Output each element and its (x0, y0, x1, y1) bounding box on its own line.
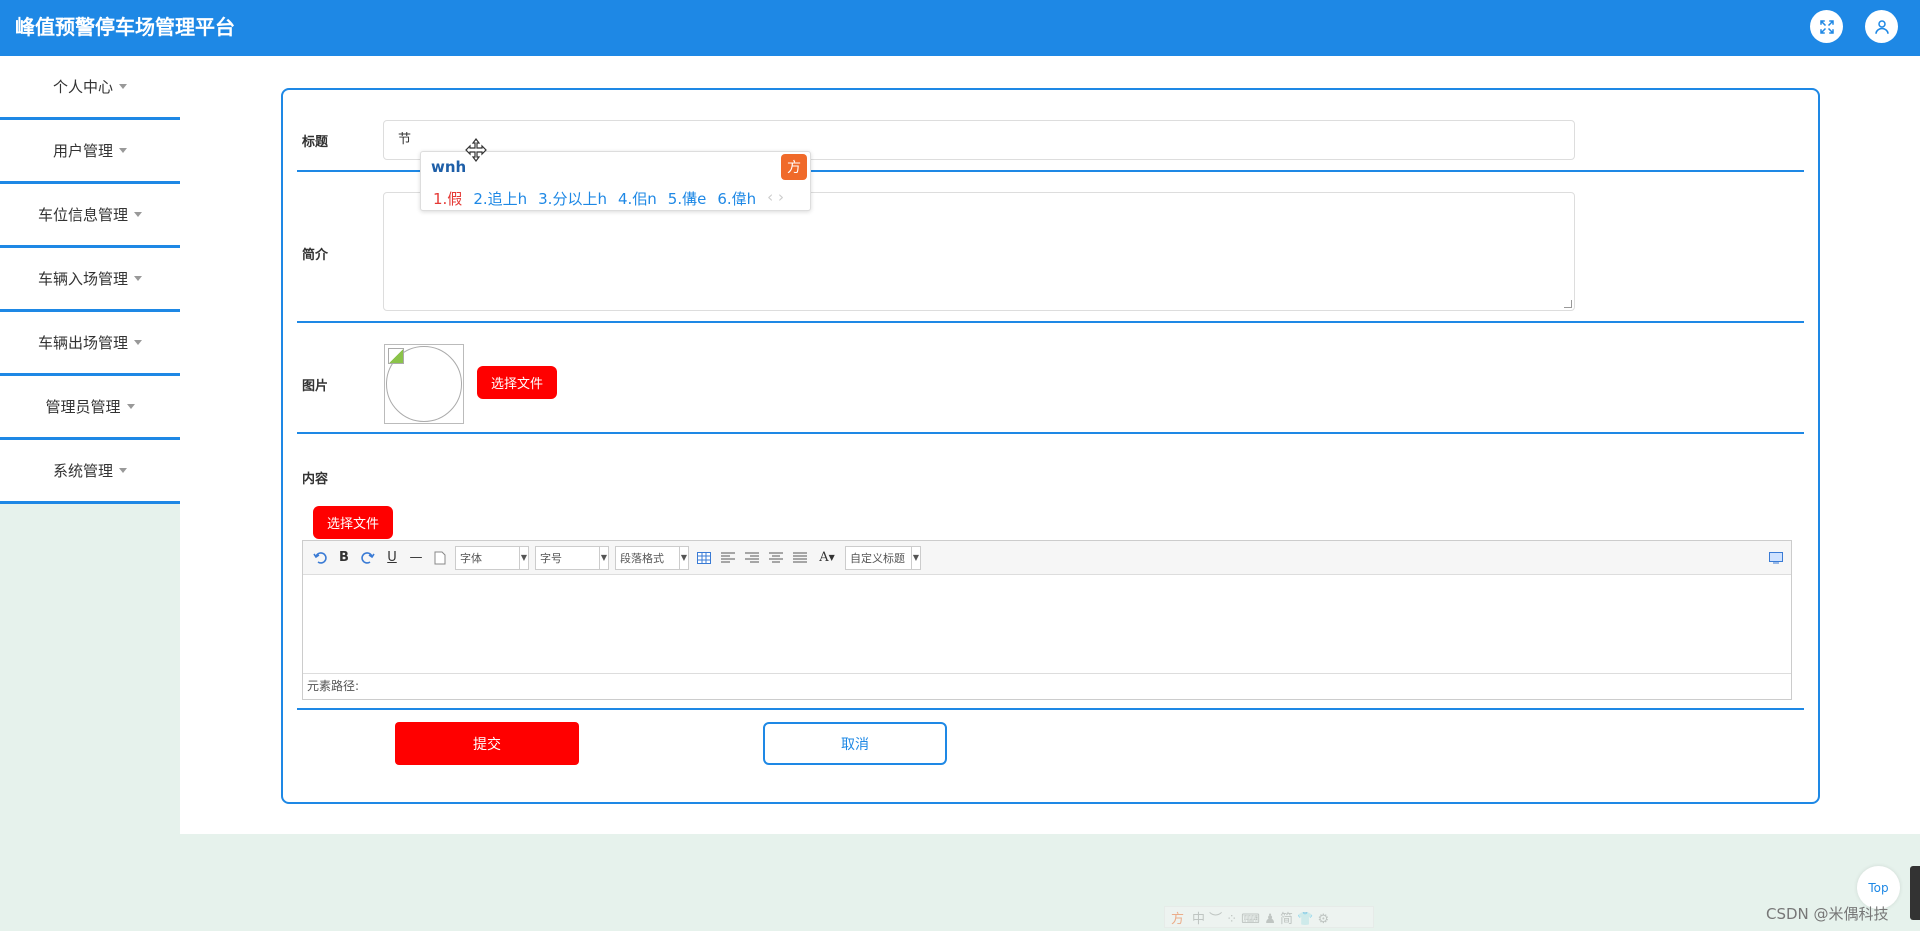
content-choose-file-button[interactable]: 选择文件 (313, 506, 393, 539)
font-size-select[interactable]: 字号 ▼ (535, 545, 609, 570)
undo-icon[interactable] (311, 549, 329, 567)
row-divider (297, 321, 1804, 323)
sidebar-item-label: 系统管理 (52, 462, 113, 480)
broken-image-icon (388, 348, 404, 364)
font-size-value: 字号 (540, 551, 562, 565)
sidebar-item-label: 车辆入场管理 (37, 270, 128, 288)
editor-body[interactable] (303, 575, 1791, 673)
align-justify-icon[interactable] (791, 549, 809, 567)
sidebar-item-label: 个人中心 (52, 78, 113, 96)
image-label: 图片 (302, 379, 329, 394)
image-choose-file-button[interactable]: 选择文件 (477, 366, 557, 399)
sidebar: 个人中心 用户管理 车位信息管理 车辆入场管理 车辆出场管理 管理员管理 系统管… (0, 56, 180, 504)
fullscreen-icon (1819, 19, 1834, 34)
user-icon (1874, 19, 1889, 34)
ime-status-glyphs: 中 ︶ ⁘ ⌨ ♟ 简 👕 ⚙ (1192, 911, 1330, 927)
ime-candidate[interactable]: 3.分以上h (538, 188, 607, 209)
sidebar-item-system-management[interactable]: 系统管理 (0, 440, 180, 504)
caret-down-icon (119, 468, 127, 473)
paragraph-format-select[interactable]: 段落格式 ▼ (615, 545, 689, 570)
ime-candidate[interactable]: 6.偉h (717, 188, 756, 209)
sidebar-item-user-management[interactable]: 用户管理 (0, 120, 180, 184)
rich-text-editor: B U — 字体 ▼ 字号 ▼ 段落格式 ▼ A ▼ 自定义标题 ▼ 元素路径: (302, 540, 1792, 700)
ime-status-bar: ⽅ 中 ︶ ⁘ ⌨ ♟ 简 👕 ⚙ (1164, 906, 1374, 928)
horizontal-rule-icon[interactable]: — (407, 549, 425, 567)
page-nav-icon[interactable]: ‹ › (767, 188, 784, 209)
caret-down-icon (134, 340, 142, 345)
custom-title-select[interactable]: 自定义标题 ▼ (845, 545, 921, 570)
sidebar-item-vehicle-entry[interactable]: 车辆入场管理 (0, 248, 180, 312)
sidebar-item-parking-space[interactable]: 车位信息管理 (0, 184, 180, 248)
underline-icon[interactable]: U (383, 549, 401, 567)
preview-icon[interactable] (1767, 549, 1785, 567)
ime-candidate[interactable]: 5.傋e (668, 188, 707, 209)
ime-candidate[interactable]: 1.假 (433, 188, 462, 209)
sidebar-item-label: 车辆出场管理 (37, 334, 128, 352)
sidebar-item-vehicle-exit[interactable]: 车辆出场管理 (0, 312, 180, 376)
caret-down-icon (119, 84, 127, 89)
font-color-icon[interactable]: A ▼ (815, 549, 839, 567)
top-header: 峰值预警停车场管理平台 (0, 0, 1920, 56)
font-family-select[interactable]: 字体 ▼ (455, 545, 529, 570)
row-divider (297, 432, 1804, 434)
ime-candidate[interactable]: 2.追上h (473, 188, 527, 209)
ime-candidate[interactable]: 4.佀n (618, 188, 657, 209)
dropdown-arrow-icon: ▼ (519, 546, 528, 569)
bold-icon[interactable]: B (335, 549, 353, 567)
intro-label: 简介 (302, 248, 329, 263)
resize-grip-icon[interactable] (1564, 300, 1572, 308)
dropdown-arrow-icon: ▼ (599, 546, 608, 569)
caret-down-icon (126, 404, 135, 409)
table-icon[interactable] (695, 549, 713, 567)
sidebar-item-personal-center[interactable]: 个人中心 (0, 56, 180, 120)
submit-button[interactable]: 提交 (395, 722, 579, 765)
row-divider (297, 708, 1804, 710)
fullscreen-button[interactable] (1810, 10, 1843, 43)
font-family-value: 字体 (460, 551, 482, 565)
sogou-logo-icon: ⽅ (781, 154, 807, 180)
new-document-icon[interactable] (431, 549, 449, 567)
paragraph-format-value: 段落格式 (620, 551, 664, 565)
user-button[interactable] (1865, 10, 1898, 43)
dropdown-arrow-icon: ▼ (679, 546, 688, 569)
align-right-icon[interactable] (743, 549, 761, 567)
dropdown-arrow-icon: ▼ (911, 546, 920, 569)
sidebar-item-admin-management[interactable]: 管理员管理 (0, 376, 180, 440)
content-label: 内容 (302, 472, 329, 487)
image-preview[interactable] (384, 344, 464, 424)
ime-composition: wnh (431, 158, 467, 176)
caret-down-icon (134, 212, 142, 217)
title-label: 标题 (302, 135, 329, 150)
edge-tab[interactable] (1910, 866, 1920, 920)
custom-title-value: 自定义标题 (850, 551, 905, 565)
cancel-button[interactable]: 取消 (763, 722, 947, 765)
sidebar-item-label: 用户管理 (52, 142, 113, 160)
element-path: 元素路径: (303, 673, 1791, 699)
sidebar-item-label: 车位信息管理 (37, 206, 128, 224)
ime-candidates: 1.假 2.追上h 3.分以上h 4.佀n 5.傋e 6.偉h ‹ › (433, 188, 784, 209)
sogou-logo-icon: ⽅ (1171, 911, 1185, 927)
align-center-icon[interactable] (767, 549, 785, 567)
sidebar-item-label: 管理员管理 (45, 398, 121, 416)
caret-down-icon (119, 148, 127, 153)
app-title: 峰值预警停车场管理平台 (15, 15, 235, 39)
caret-down-icon (134, 276, 142, 281)
editor-toolbar: B U — 字体 ▼ 字号 ▼ 段落格式 ▼ A ▼ 自定义标题 ▼ (303, 541, 1791, 575)
move-cursor-icon (465, 138, 487, 162)
redo-icon[interactable] (359, 549, 377, 567)
watermark: CSDN @米偶科技 (1766, 905, 1889, 923)
align-left-icon[interactable] (719, 549, 737, 567)
